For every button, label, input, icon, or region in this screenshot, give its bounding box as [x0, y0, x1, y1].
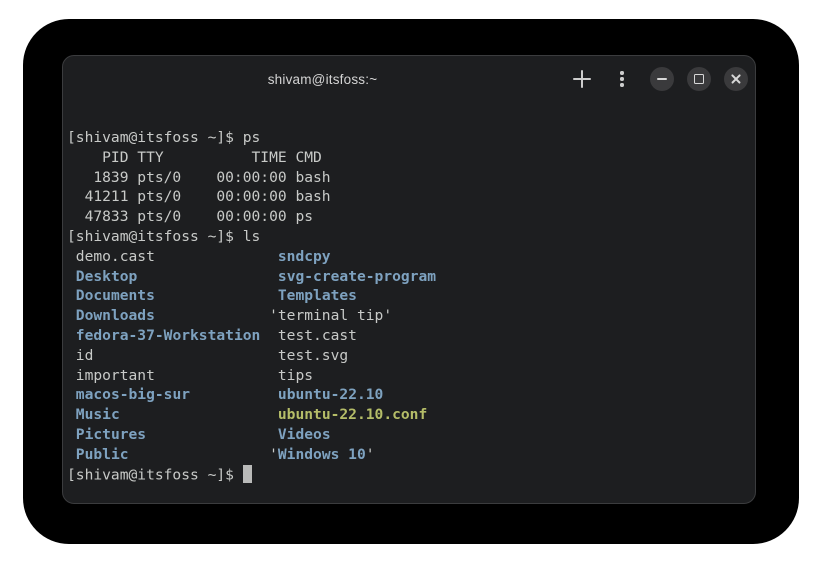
terminal-line: Public 'Windows 10': [67, 445, 749, 465]
new-tab-button[interactable]: [568, 65, 596, 93]
terminal-line: PID TTY TIME CMD: [67, 148, 749, 168]
terminal-line: [shivam@itsfoss ~]$ ls: [67, 227, 749, 247]
terminal-text-segment: [shivam@itsfoss ~]$ ps: [67, 129, 260, 146]
terminal-text-segment: Documents: [76, 287, 155, 304]
terminal-text-segment: [67, 446, 76, 463]
window-title: shivam@itsfoss:~: [268, 72, 378, 87]
plus-icon: [573, 70, 591, 88]
terminal-text-segment: Templates: [278, 287, 357, 304]
terminal-text-segment: ': [129, 446, 278, 463]
kebab-menu-icon: [620, 71, 623, 86]
terminal-text-segment: ubuntu-22.10: [278, 386, 383, 403]
terminal-line: id test.svg: [67, 346, 749, 366]
terminal-line: demo.cast sndcpy: [67, 247, 749, 267]
terminal-text-segment: fedora-37-Workstation: [76, 327, 261, 344]
terminal-text-segment: [67, 406, 76, 423]
terminal-line: 1839 pts/0 00:00:00 bash: [67, 168, 749, 188]
terminal-text-segment: macos-big-sur: [76, 386, 190, 403]
terminal-text-segment: [190, 386, 278, 403]
terminal-text-segment: id test.svg: [67, 347, 348, 364]
terminal-cursor: [243, 465, 252, 483]
minimize-icon: [657, 78, 667, 80]
terminal-text-segment: [67, 426, 76, 443]
close-button[interactable]: [724, 67, 748, 91]
terminal-text-segment: 1839 pts/0 00:00:00 bash: [67, 169, 331, 186]
terminal-window: shivam@itsfoss:~ [shivam@itsfoss ~]$ ps …: [62, 55, 756, 504]
terminal-line: Documents Templates: [67, 286, 749, 306]
terminal-text-segment: [67, 327, 76, 344]
terminal-text-segment: Windows 10: [278, 446, 366, 463]
terminal-text-segment: [67, 287, 76, 304]
terminal-text-segment: ubuntu-22.10.conf: [278, 406, 427, 423]
terminal-text-segment: PID TTY TIME CMD: [67, 149, 322, 166]
terminal-text-segment: demo.cast: [67, 248, 278, 265]
terminal-line: fedora-37-Workstation test.cast: [67, 326, 749, 346]
terminal-text-segment: test.cast: [260, 327, 357, 344]
terminal-text-segment: ': [366, 446, 375, 463]
terminal-line: [shivam@itsfoss ~]$ ps: [67, 128, 749, 148]
terminal-line: 47833 pts/0 00:00:00 ps: [67, 207, 749, 227]
terminal-text-segment: [67, 307, 76, 324]
terminal-text-segment: [shivam@itsfoss ~]$: [67, 466, 243, 483]
menu-button[interactable]: [608, 65, 636, 93]
desktop-background: shivam@itsfoss:~ [shivam@itsfoss ~]$ ps …: [0, 0, 822, 572]
terminal-text-segment: sndcpy: [278, 248, 331, 265]
terminal-text-segment: Public: [76, 446, 129, 463]
terminal-text-segment: important tips: [67, 367, 313, 384]
terminal-text-segment: Downloads: [76, 307, 155, 324]
terminal-text-segment: [67, 386, 76, 403]
terminal-text-segment: Videos: [278, 426, 331, 443]
terminal-text-segment: Music: [76, 406, 120, 423]
terminal-line: 41211 pts/0 00:00:00 bash: [67, 187, 749, 207]
terminal-text-segment: 'terminal tip': [155, 307, 392, 324]
terminal-text-segment: Desktop: [76, 268, 138, 285]
maximize-icon: [694, 74, 704, 84]
terminal-text-segment: [shivam@itsfoss ~]$ ls: [67, 228, 260, 245]
terminal-line: [shivam@itsfoss ~]$: [67, 465, 749, 485]
terminal-text-segment: [146, 426, 278, 443]
terminal-text-segment: 47833 pts/0 00:00:00 ps: [67, 208, 313, 225]
close-icon: [730, 73, 742, 85]
terminal-line: Pictures Videos: [67, 425, 749, 445]
terminal-text-segment: Pictures: [76, 426, 146, 443]
terminal-text-segment: [120, 406, 278, 423]
terminal-line: Downloads 'terminal tip': [67, 306, 749, 326]
maximize-button[interactable]: [687, 67, 711, 91]
titlebar[interactable]: shivam@itsfoss:~: [63, 56, 755, 102]
terminal-text-segment: [67, 268, 76, 285]
terminal-line: macos-big-sur ubuntu-22.10: [67, 385, 749, 405]
terminal-line: Desktop svg-create-program: [67, 267, 749, 287]
terminal-text-segment: [137, 268, 278, 285]
terminal-line: important tips: [67, 366, 749, 386]
minimize-button[interactable]: [650, 67, 674, 91]
terminal-text-segment: 41211 pts/0 00:00:00 bash: [67, 188, 331, 205]
terminal-output[interactable]: [shivam@itsfoss ~]$ ps PID TTY TIME CMD …: [63, 102, 755, 491]
terminal-text-segment: [155, 287, 278, 304]
terminal-text-segment: svg-create-program: [278, 268, 436, 285]
terminal-line: Music ubuntu-22.10.conf: [67, 405, 749, 425]
